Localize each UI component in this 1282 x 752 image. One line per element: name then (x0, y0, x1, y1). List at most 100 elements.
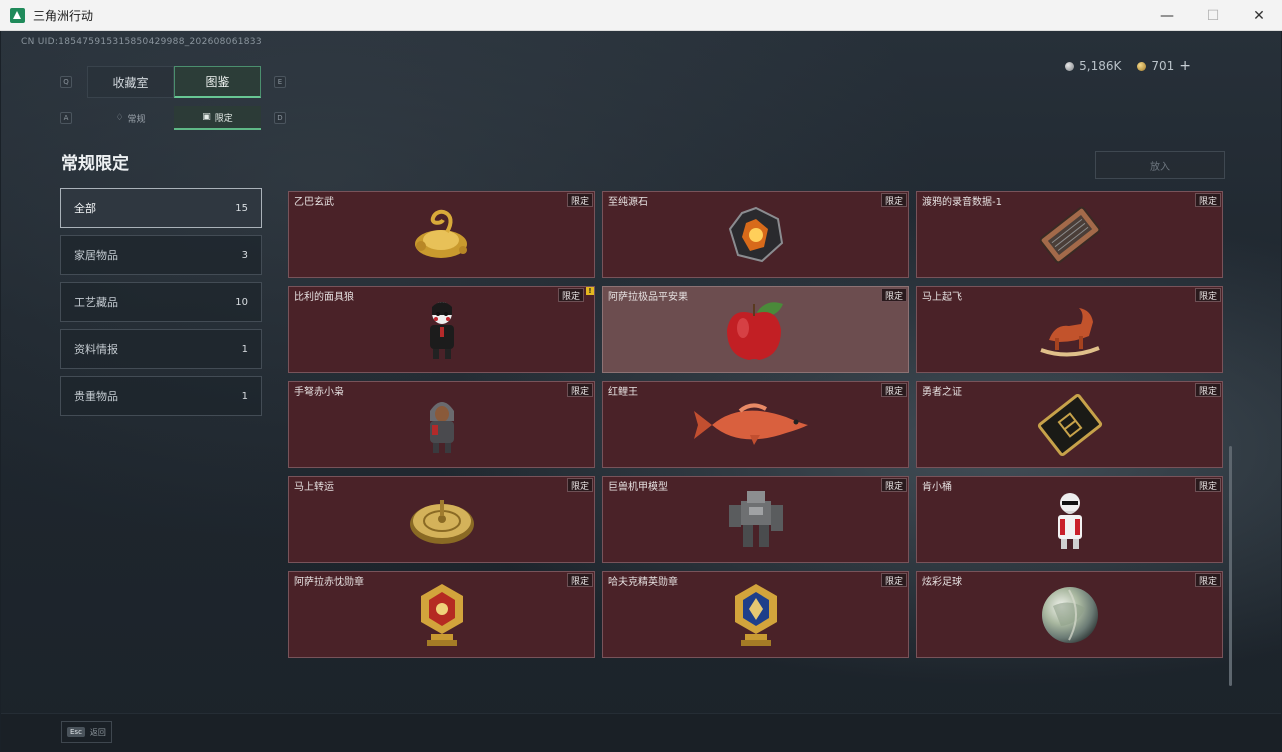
item-name: 马上起飞 (922, 292, 962, 303)
item-card[interactable]: 肯小桶 限定 (916, 476, 1223, 563)
category-valuables[interactable]: 贵重物品 1 (60, 376, 262, 416)
category-count: 3 (241, 249, 248, 261)
category-household[interactable]: 家居物品 3 (60, 235, 262, 275)
mech-model-icon (728, 490, 783, 547)
category-list: 全部 15 家居物品 3 工艺藏品 10 资料情报 1 贵重物品 1 (60, 188, 262, 423)
bucket-figure-icon (1057, 492, 1082, 549)
apple-icon (726, 301, 783, 360)
item-name: 乙巴玄武 (294, 197, 334, 208)
source-stone-icon (728, 206, 783, 262)
item-card[interactable]: 至纯源石 限定 (602, 191, 909, 278)
item-card[interactable]: 勇者之证 限定 (916, 381, 1223, 468)
window-title: 三角洲行动 (33, 8, 94, 23)
game-viewport: CN UID:1854759153158504299​88_2026080618… (1, 31, 1281, 751)
limited-tag: 限定 (880, 193, 907, 207)
limited-tag: 限定 (1194, 573, 1221, 587)
tab-codex[interactable]: 图鉴 (174, 66, 261, 98)
silver-coin-icon (1065, 61, 1075, 71)
back-label: 返回 (89, 727, 106, 737)
limited-tag: 限定 (1194, 383, 1221, 397)
item-name: 巨兽机甲模型 (608, 482, 668, 493)
limited-tag: 限定 (880, 573, 907, 587)
item-card[interactable]: 乙巴玄武 限定 (288, 191, 595, 278)
item-name: 哈夫克精英勋章 (608, 577, 678, 588)
app-logo-icon (10, 7, 25, 23)
window-titlebar: 三角洲行动 — ☐ ✕ (0, 0, 1282, 31)
item-card[interactable]: 比利的面具狼 限定 ! (288, 286, 595, 373)
category-label: 贵重物品 (74, 390, 118, 403)
tab-collection-room[interactable]: 收藏室 (87, 66, 174, 98)
limited-tag: 限定 (566, 573, 593, 587)
blue-medal-icon (734, 583, 777, 646)
limited-tag: 限定 (1194, 478, 1221, 492)
subtab-limited[interactable]: ▣ 限定 (174, 106, 261, 130)
limited-tag: 限定 (1194, 288, 1221, 302)
item-name: 阿萨拉赤忱勋章 (294, 577, 364, 588)
category-label: 全部 (74, 202, 96, 215)
subtab-regular-label: 常规 (127, 114, 146, 125)
minimize-button[interactable]: — (1144, 0, 1190, 31)
item-card[interactable]: 巨兽机甲模型 限定 (602, 476, 909, 563)
item-card[interactable]: 渡鸦的录音数据-1 限定 (916, 191, 1223, 278)
section-title: 常规限定 (61, 154, 129, 174)
close-button[interactable]: ✕ (1236, 0, 1282, 31)
red-carp-icon (693, 403, 808, 445)
put-in-button[interactable]: 放入 (1095, 151, 1225, 179)
limited-tag: 限定 (566, 383, 593, 397)
item-card[interactable]: 哈夫克精英勋章 限定 (602, 571, 909, 658)
gold-coin-icon (1137, 61, 1147, 71)
grid-scrollbar[interactable] (1229, 446, 1232, 686)
item-grid: 乙巴玄武 限定 至纯源石 限定 渡鸦的录音数据-1 限定 比利的面具狼 限定 !… (288, 191, 1223, 658)
item-card[interactable]: 手弩赤小枭 限定 (288, 381, 595, 468)
red-medal-icon (420, 583, 463, 646)
subtab-limited-label: 限定 (214, 113, 233, 124)
item-card[interactable]: 马上起飞 限定 (916, 286, 1223, 373)
subtab-regular[interactable]: ♢ 常规 (87, 106, 174, 130)
key-hint-d: D (274, 112, 286, 124)
category-count: 10 (235, 296, 248, 308)
item-card[interactable]: 阿萨拉极品平安果 限定 (602, 286, 909, 373)
item-name: 炫彩足球 (922, 577, 962, 588)
golden-compass-icon (409, 499, 474, 544)
item-name: 马上转运 (294, 482, 334, 493)
item-name: 至纯源石 (608, 197, 648, 208)
player-uid: CN UID:1854759153158504299​88_2026080618… (21, 37, 262, 47)
category-label: 资料情报 (74, 343, 118, 356)
limited-tag: 限定 (1194, 193, 1221, 207)
item-name: 肯小桶 (922, 482, 952, 493)
currency-bar: 5,186K 701 + (1065, 58, 1191, 74)
category-crafts[interactable]: 工艺藏品 10 (60, 282, 262, 322)
recording-tape-icon (1039, 206, 1100, 263)
category-label: 工艺藏品 (74, 296, 118, 309)
puppet-figure-icon (429, 301, 454, 359)
item-name: 手弩赤小枭 (294, 387, 344, 398)
esc-key-hint: Esc (67, 727, 85, 737)
badge-icon: ▣ (202, 112, 211, 122)
flame-icon: ♢ (115, 113, 124, 123)
category-count: 15 (235, 202, 248, 214)
key-hint-a: A (60, 112, 72, 124)
category-intel[interactable]: 资料情报 1 (60, 329, 262, 369)
item-name: 渡鸦的录音数据-1 (922, 197, 1002, 208)
item-name: 勇者之证 (922, 387, 962, 398)
currency-gold-value: 701 (1151, 59, 1175, 73)
category-label: 家居物品 (74, 249, 118, 262)
category-count: 1 (241, 390, 248, 402)
limited-tag: 限定 (880, 383, 907, 397)
item-card[interactable]: 炫彩足球 限定 (916, 571, 1223, 658)
hooded-figure-icon (429, 401, 454, 453)
item-name: 红鲤王 (608, 387, 638, 398)
iridescent-ball-icon (1041, 586, 1098, 643)
gold-card-icon (1037, 393, 1102, 456)
add-currency-button[interactable]: + (1179, 58, 1191, 74)
maximize-button[interactable]: ☐ (1190, 0, 1236, 31)
item-card[interactable]: 阿萨拉赤忱勋章 限定 (288, 571, 595, 658)
item-card[interactable]: 红鲤王 限定 (602, 381, 909, 468)
limited-tag: 限定 (880, 288, 907, 302)
item-card[interactable]: 马上转运 限定 (288, 476, 595, 563)
back-button[interactable]: Esc 返回 (61, 721, 112, 743)
category-all[interactable]: 全部 15 (60, 188, 262, 228)
new-alert-badge: ! (586, 287, 594, 295)
rocking-horse-icon (1039, 307, 1100, 356)
footer-bar (1, 713, 1281, 751)
